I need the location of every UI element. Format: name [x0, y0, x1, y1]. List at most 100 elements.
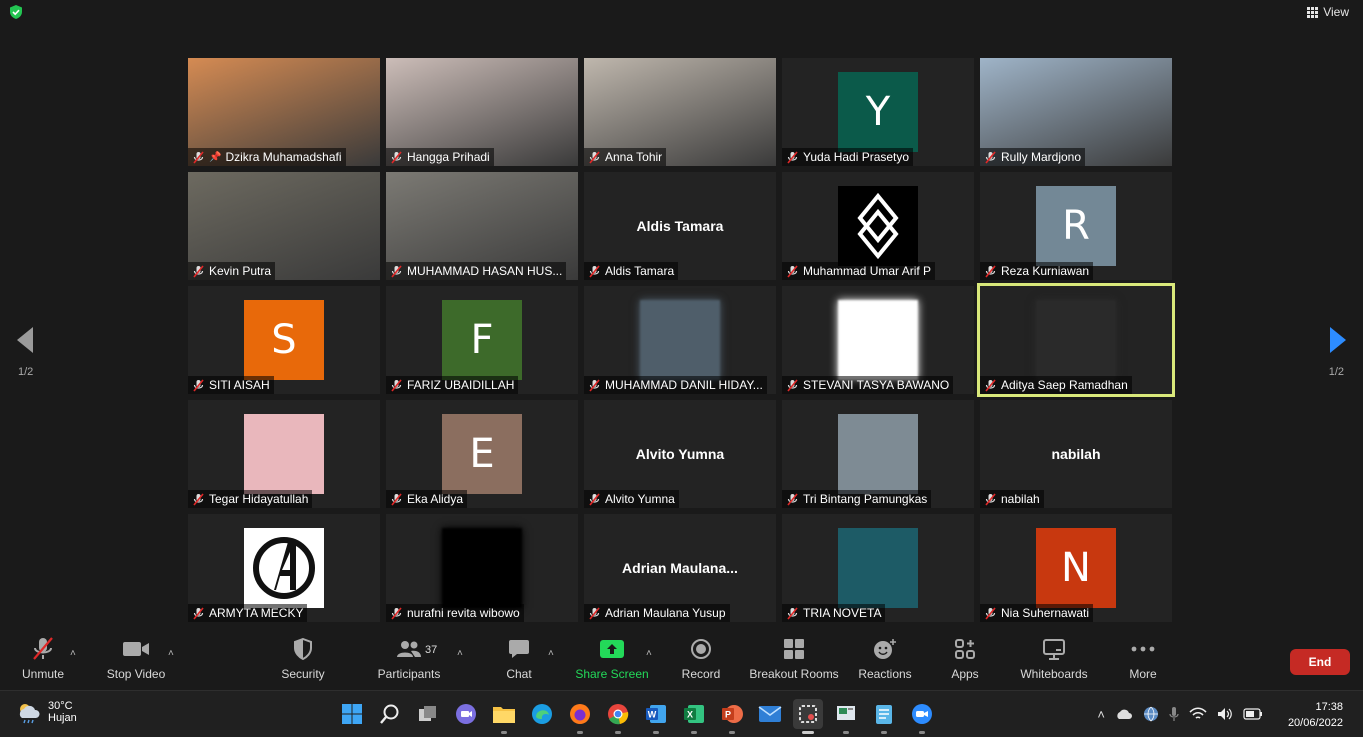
- edge-browser-button[interactable]: [527, 699, 557, 729]
- file-explorer-button[interactable]: [489, 699, 519, 734]
- network-globe-icon[interactable]: [1143, 706, 1159, 722]
- muted-microphone-icon: [787, 150, 798, 164]
- participant-tile[interactable]: MUHAMMAD DANIL HIDAY...: [584, 286, 776, 394]
- reactions-button[interactable]: Reactions: [858, 634, 912, 690]
- share-options-chevron-icon[interactable]: ˄: [646, 648, 652, 659]
- muted-microphone-icon: [787, 264, 798, 278]
- microphone-muted-icon: [33, 637, 53, 660]
- snipping-tool-button[interactable]: [793, 699, 823, 734]
- search-taskbar-button[interactable]: [375, 699, 405, 729]
- record-icon: [691, 639, 711, 659]
- chrome-button[interactable]: [603, 699, 633, 734]
- participant-tile[interactable]: Adrian Maulana... Adrian Maulana Yusup: [584, 514, 776, 622]
- participant-tile[interactable]: Tegar Hidayatullah: [188, 400, 380, 508]
- teams-chat-button[interactable]: [451, 699, 481, 729]
- participant-name-label: Rully Mardjono: [980, 148, 1086, 166]
- participant-tile[interactable]: ARMYTA MECKY: [188, 514, 380, 622]
- battery-icon[interactable]: [1243, 708, 1263, 720]
- video-options-chevron-icon[interactable]: ˄: [168, 648, 174, 659]
- audio-options-chevron-icon[interactable]: ˄: [70, 648, 76, 659]
- participants-options-chevron-icon[interactable]: ˄: [457, 648, 463, 659]
- excel-button[interactable]: X: [679, 699, 709, 734]
- participant-tile[interactable]: 📌 Dzikra Muhamadshafi: [188, 58, 380, 166]
- onedrive-cloud-icon[interactable]: [1115, 708, 1133, 720]
- security-shield-icon: [294, 638, 312, 660]
- powerpoint-button[interactable]: P: [717, 699, 747, 734]
- weather-widget[interactable]: 30°C Hujan: [16, 700, 77, 724]
- record-button[interactable]: Record: [682, 634, 720, 690]
- muted-microphone-icon: [193, 378, 204, 392]
- video-camera-icon: [123, 642, 149, 656]
- next-page-icon[interactable]: [1329, 326, 1347, 354]
- notepad-button[interactable]: [869, 699, 899, 734]
- microphone-tray-icon[interactable]: [1169, 706, 1179, 722]
- start-button[interactable]: [337, 699, 367, 729]
- zoom-button[interactable]: [907, 699, 937, 734]
- volume-icon[interactable]: [1217, 707, 1233, 721]
- breakout-rooms-button[interactable]: Breakout Rooms: [749, 634, 839, 690]
- chat-options-chevron-icon[interactable]: ˄: [548, 648, 554, 659]
- participant-name-label: STEVANI TASYA BAWANO: [782, 376, 954, 394]
- view-button[interactable]: View: [1307, 5, 1349, 19]
- previous-page-icon[interactable]: [16, 326, 34, 354]
- firefox-button[interactable]: [565, 699, 595, 734]
- mail-button[interactable]: [755, 699, 785, 729]
- participant-name: Tegar Hidayatullah: [209, 492, 309, 506]
- security-button[interactable]: Security: [280, 634, 326, 690]
- word-button[interactable]: W: [641, 699, 671, 734]
- task-view-button[interactable]: [413, 699, 443, 729]
- more-button[interactable]: More: [1126, 634, 1160, 690]
- participant-tile[interactable]: nabilah nabilah: [980, 400, 1172, 508]
- participant-tile[interactable]: Aditya Saep Ramadhan: [977, 283, 1175, 397]
- participant-avatar: Y: [838, 72, 918, 152]
- participant-tile[interactable]: R Reza Kurniawan: [980, 172, 1172, 280]
- participant-tile[interactable]: S SITI AISAH: [188, 286, 380, 394]
- participant-tile[interactable]: F FARIZ UBAIDILLAH: [386, 286, 578, 394]
- unmute-label: Unmute: [21, 667, 65, 681]
- participant-tile[interactable]: STEVANI TASYA BAWANO: [782, 286, 974, 394]
- participant-tile[interactable]: Aldis Tamara Aldis Tamara: [584, 172, 776, 280]
- chat-button[interactable]: Chat: [506, 634, 532, 690]
- page-indicator-left: 1/2: [18, 366, 34, 378]
- participant-tile[interactable]: nurafni revita wibowo: [386, 514, 578, 622]
- participant-tile[interactable]: Kevin Putra: [188, 172, 380, 280]
- system-clock[interactable]: 17:38 20/06/2022: [1288, 699, 1343, 731]
- end-meeting-button[interactable]: End: [1290, 649, 1350, 675]
- participant-name: Eka Alidya: [407, 492, 464, 506]
- unmute-button[interactable]: Unmute: [20, 634, 66, 690]
- share-screen-button[interactable]: Share Screen: [575, 634, 649, 690]
- participant-name: Aldis Tamara: [605, 264, 675, 278]
- wifi-icon[interactable]: [1189, 707, 1207, 721]
- participant-tile[interactable]: Alvito Yumna Alvito Yumna: [584, 400, 776, 508]
- participant-name: Yuda Hadi Prasetyo: [803, 150, 910, 164]
- more-dots-icon: [1131, 646, 1155, 652]
- participant-name: Anna Tohir: [605, 150, 663, 164]
- participants-button[interactable]: Participants: [377, 634, 441, 690]
- participant-name: Adrian Maulana Yusup: [605, 606, 726, 620]
- share-screen-arrow-icon: [600, 640, 624, 658]
- clock-time: 17:38: [1315, 701, 1343, 713]
- muted-microphone-icon: [985, 492, 996, 506]
- participant-tile[interactable]: MUHAMMAD HASAN HUS...: [386, 172, 578, 280]
- participant-tile[interactable]: Rully Mardjono: [980, 58, 1172, 166]
- presentation-app-button[interactable]: [831, 699, 861, 734]
- powerpoint-icon: P: [722, 705, 743, 723]
- show-hidden-icons-chevron-icon[interactable]: ˄: [1097, 707, 1105, 722]
- participant-name: Rully Mardjono: [1001, 150, 1082, 164]
- encryption-shield-icon[interactable]: [8, 4, 24, 20]
- participant-tile[interactable]: Muhammad Umar Arif P: [782, 172, 974, 280]
- svg-text:W: W: [648, 710, 657, 720]
- chat-label: Chat: [506, 667, 532, 681]
- whiteboards-button[interactable]: Whiteboards: [1018, 634, 1090, 690]
- participant-tile[interactable]: Tri Bintang Pamungkas: [782, 400, 974, 508]
- participant-tile[interactable]: Hangga Prihadi: [386, 58, 578, 166]
- participant-name-label: ARMYTA MECKY: [188, 604, 308, 622]
- chat-bubble-icon: [509, 640, 529, 658]
- participant-tile[interactable]: N Nia Suhernawati: [980, 514, 1172, 622]
- apps-button[interactable]: Apps: [950, 634, 980, 690]
- participant-tile[interactable]: Anna Tohir: [584, 58, 776, 166]
- participant-tile[interactable]: TRIA NOVETA: [782, 514, 974, 622]
- participant-tile[interactable]: E Eka Alidya: [386, 400, 578, 508]
- stop-video-button[interactable]: Stop Video: [104, 634, 168, 690]
- participant-tile[interactable]: Y Yuda Hadi Prasetyo: [782, 58, 974, 166]
